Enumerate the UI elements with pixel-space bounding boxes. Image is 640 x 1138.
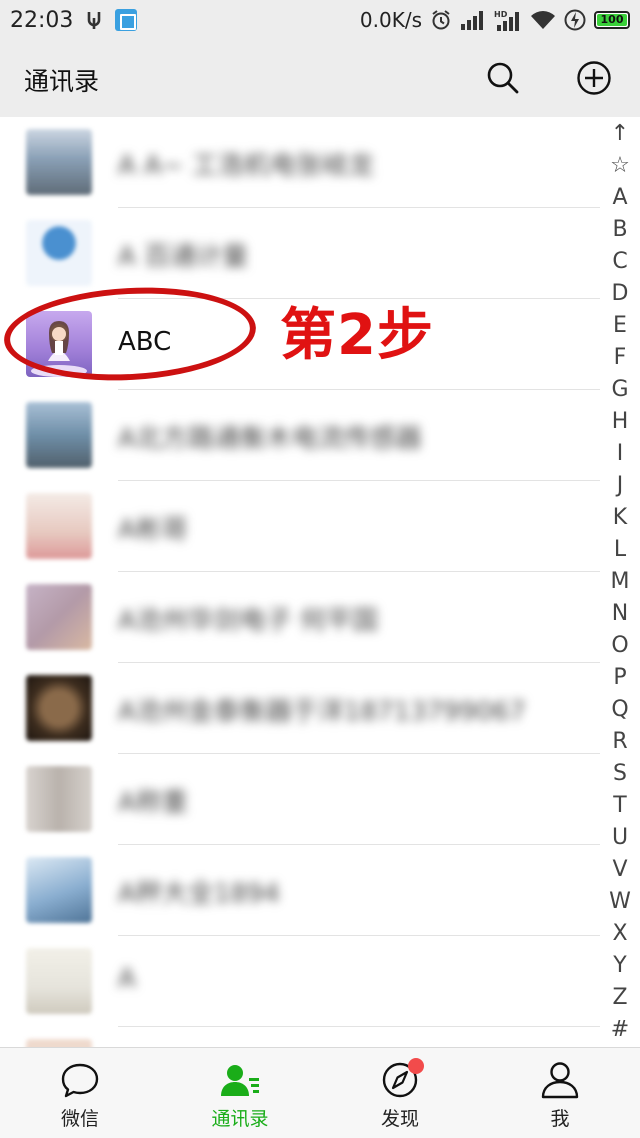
- index-letter[interactable]: E: [605, 310, 635, 342]
- contact-avatar: [26, 857, 92, 923]
- index-letter[interactable]: H: [605, 406, 635, 438]
- page-title: 通讯录: [24, 67, 100, 96]
- index-letter[interactable]: V: [605, 854, 635, 886]
- alphabet-index[interactable]: ↑ ☆ A B C D E F G H I J K L M N O P Q R …: [605, 118, 635, 1044]
- index-letter[interactable]: B: [605, 214, 635, 246]
- index-letter[interactable]: S: [605, 758, 635, 790]
- contact-avatar: [26, 1039, 92, 1047]
- contact-row[interactable]: A: [0, 936, 600, 1027]
- contact-name: A A~ 工浩机电张岐龙: [118, 151, 374, 181]
- index-letter[interactable]: F: [605, 342, 635, 374]
- nav-item-contacts[interactable]: 通讯录: [160, 1048, 320, 1138]
- index-letter[interactable]: W: [605, 886, 635, 918]
- contact-row[interactable]: A 百通计量: [0, 208, 600, 299]
- contact-name: A称重: [118, 788, 188, 818]
- battery-level: 100: [600, 13, 624, 26]
- contact-row[interactable]: A北方路通衡木电流传感器: [0, 390, 600, 481]
- bottom-nav: 微信 通讯录 发现 我: [0, 1047, 640, 1138]
- status-left: 22:03: [10, 7, 138, 33]
- index-letter[interactable]: C: [605, 246, 635, 278]
- wifi-icon: [531, 11, 555, 29]
- contact-name: A彬哥: [118, 515, 188, 545]
- contact-avatar: [26, 766, 92, 832]
- index-letter[interactable]: O: [605, 630, 635, 662]
- contact-avatar: [26, 402, 92, 468]
- index-letter[interactable]: L: [605, 534, 635, 566]
- contact-name: A沧州华剑电子 何平国: [118, 606, 379, 636]
- status-time: 22:03: [10, 7, 74, 33]
- notification-badge: [408, 1058, 424, 1074]
- contact-row[interactable]: A彬哥: [0, 481, 600, 572]
- contact-avatar: [26, 129, 92, 195]
- index-letter[interactable]: X: [605, 918, 635, 950]
- search-icon[interactable]: [485, 60, 521, 96]
- index-letter[interactable]: J: [605, 470, 635, 502]
- index-letter[interactable]: K: [605, 502, 635, 534]
- battery-icon: 100: [594, 11, 630, 29]
- index-letter[interactable]: P: [605, 662, 635, 694]
- contact-avatar: [26, 675, 92, 741]
- index-letter[interactable]: M: [605, 566, 635, 598]
- nav-label: 微信: [60, 1108, 99, 1130]
- app-notification-icon: [115, 9, 138, 31]
- contact-row[interactable]: A秤大全1894: [0, 845, 600, 936]
- index-letter[interactable]: Z: [605, 982, 635, 1014]
- contact-avatar: [26, 584, 92, 650]
- usb-icon: [88, 12, 101, 29]
- index-letter[interactable]: U: [605, 822, 635, 854]
- status-right: 0.0K/s HD 100: [360, 8, 630, 32]
- nav-label: 发现: [380, 1108, 419, 1130]
- network-speed: 0.0K/s: [359, 8, 422, 32]
- signal-icon: [461, 11, 483, 30]
- nav-label: 我: [550, 1108, 570, 1130]
- index-letter[interactable]: I: [605, 438, 635, 470]
- contact-name: A秤大全1894: [118, 879, 280, 909]
- contact-avatar: [26, 948, 92, 1014]
- chat-bubble-icon: [61, 1063, 99, 1098]
- index-letter[interactable]: Y: [605, 950, 635, 982]
- nav-item-me[interactable]: 我: [480, 1048, 640, 1138]
- index-letter[interactable]: A: [605, 182, 635, 214]
- index-letter[interactable]: #: [605, 1014, 635, 1046]
- add-circle-icon[interactable]: [576, 60, 612, 96]
- contact-avatar: [26, 220, 92, 286]
- status-bar: 22:03 0.0K/s HD 100: [0, 0, 640, 40]
- nav-label: 通讯录: [211, 1108, 269, 1130]
- contact-row[interactable]: A A~ 工浩机电张岐龙: [0, 117, 600, 208]
- charging-icon: [564, 9, 586, 31]
- svg-text:HD: HD: [494, 10, 508, 19]
- contact-name: A北方路通衡木电流传感器: [118, 424, 422, 454]
- index-letter[interactable]: T: [605, 790, 635, 822]
- index-letter[interactable]: R: [605, 726, 635, 758]
- contact-row[interactable]: A沧州华剑电子 何平国: [0, 572, 600, 663]
- contacts-icon: [221, 1065, 259, 1096]
- nav-item-discover[interactable]: 发现: [320, 1048, 480, 1138]
- contact-row[interactable]: [0, 1027, 600, 1047]
- person-icon: [541, 1062, 579, 1099]
- title-bar: 通讯录: [0, 40, 640, 117]
- index-letter[interactable]: D: [605, 278, 635, 310]
- contact-row[interactable]: A沧州金泰衡器于洋18713799067: [0, 663, 600, 754]
- contact-list[interactable]: A A~ 工浩机电张岐龙 A 百通计量 ABC A北方路通衡木电流传感器 A彬哥: [0, 117, 640, 1047]
- index-letter[interactable]: Q: [605, 694, 635, 726]
- index-letter[interactable]: N: [605, 598, 635, 630]
- hd-signal-icon: HD: [494, 10, 519, 31]
- contact-name: A沧州金泰衡器于洋18713799067: [118, 697, 526, 727]
- index-letter[interactable]: ☆: [605, 150, 635, 182]
- nav-item-chats[interactable]: 微信: [0, 1048, 160, 1138]
- index-letter[interactable]: G: [605, 374, 635, 406]
- contact-name: A: [118, 964, 136, 994]
- alarm-icon: [432, 10, 450, 30]
- contact-row[interactable]: A称重: [0, 754, 600, 845]
- contact-name: A 百通计量: [118, 242, 249, 272]
- contact-avatar: [26, 493, 92, 559]
- index-letter[interactable]: ↑: [605, 118, 635, 150]
- step-annotation-label: 第2步: [280, 303, 434, 368]
